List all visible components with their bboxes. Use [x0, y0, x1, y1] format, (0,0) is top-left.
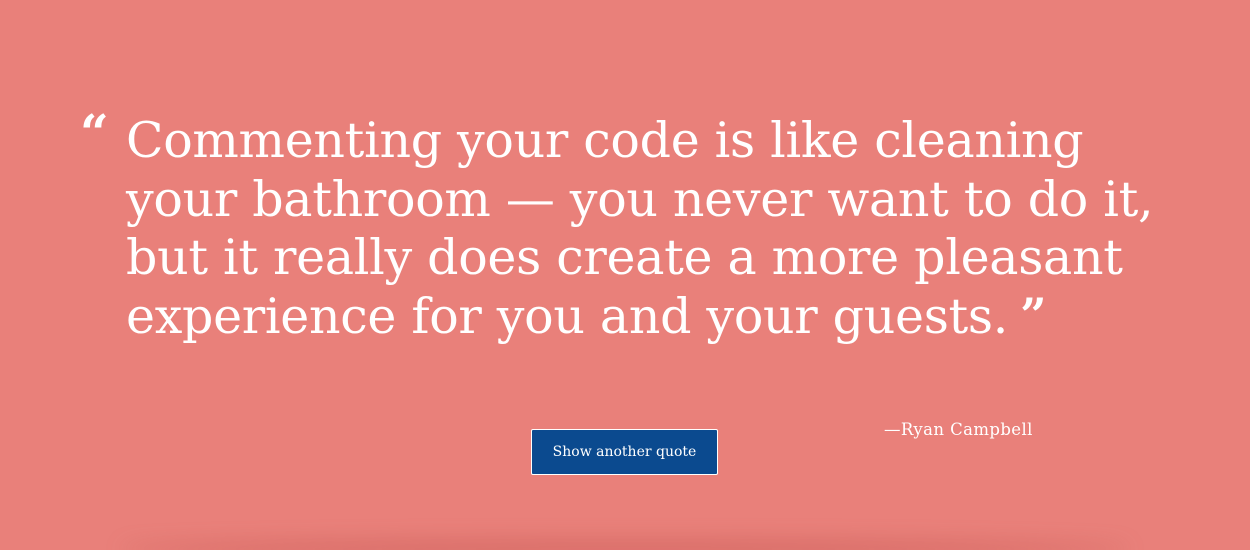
open-quote-icon: “: [80, 108, 109, 158]
close-quote-icon: ”: [1020, 287, 1047, 342]
quote-block: Commenting your code is like cleaning yo…: [126, 112, 1206, 346]
show-another-quote-button[interactable]: Show another quote: [531, 429, 718, 475]
quote-box: “ Commenting your code is like cleaning …: [0, 0, 1250, 550]
card-shadow: [120, 540, 1130, 550]
quote-text: Commenting your code is like cleaning yo…: [126, 112, 1154, 345]
quote-author: —Ryan Campbell: [884, 420, 1033, 439]
